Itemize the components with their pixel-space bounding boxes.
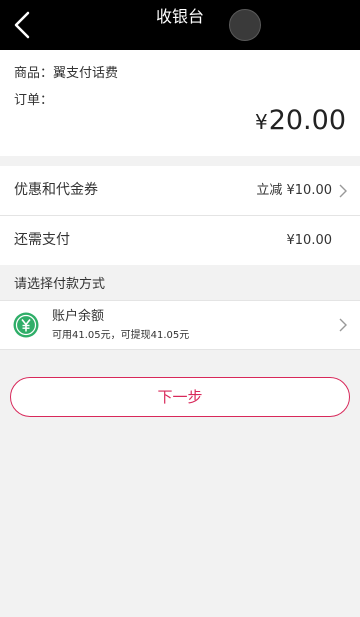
avatar (229, 9, 261, 41)
payment-method-balance[interactable]: 账户余额 可用41.05元，可提现41.05元 (0, 301, 360, 349)
chevron-right-icon (339, 184, 347, 198)
next-step-button[interactable]: 下一步 (10, 377, 350, 417)
remaining-row: 还需支付 ¥10.00 (0, 216, 360, 265)
discount-row[interactable]: 优惠和代金券 立减 ¥10.00 (0, 166, 360, 215)
discount-label: 优惠和代金券 (14, 182, 98, 198)
discount-value: 立减 ¥10.00 (256, 183, 332, 198)
yen-circle-icon (13, 312, 39, 338)
remaining-label: 还需支付 (14, 232, 70, 248)
chevron-right-icon (339, 318, 347, 332)
page-subtitle (140, 32, 222, 42)
payment-method-balance-info: 可用41.05元，可提现41.05元 (52, 330, 190, 341)
amount-value: 20.00 (268, 105, 346, 136)
payment-section-title: 请选择付款方式 (14, 277, 106, 292)
remaining-value: ¥10.00 (286, 233, 333, 248)
header-bar: 收银台 (0, 0, 360, 50)
page-title: 收银台 (155, 7, 204, 26)
product-label: 商品：翼支付话费 (14, 66, 119, 81)
order-summary: 商品：翼支付话费 订单： ¥20.00 (0, 50, 360, 156)
row-divider (0, 349, 360, 350)
payment-method-title: 账户余额 (52, 309, 105, 324)
order-number: 订单： (14, 93, 54, 108)
currency-symbol: ¥ (254, 110, 268, 134)
order-amount: ¥20.00 (255, 104, 346, 139)
